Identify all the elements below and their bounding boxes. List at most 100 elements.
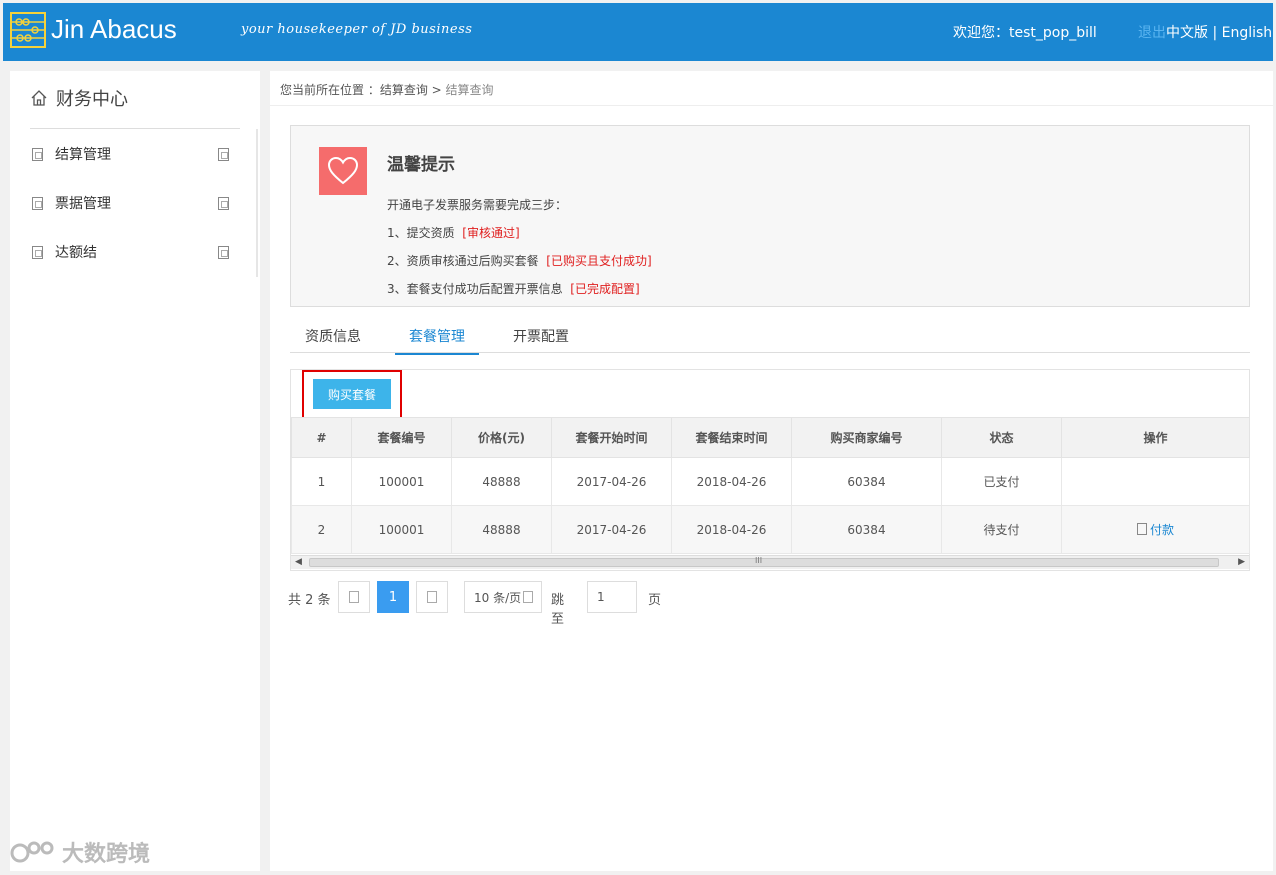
chevron-down-icon: [523, 591, 534, 603]
sidebar-divider: [30, 128, 240, 129]
jump-page-input[interactable]: [587, 581, 637, 613]
tab-bar: 资质信息 套餐管理 开票配置: [290, 318, 1250, 355]
pay-link-label: 付款: [1149, 522, 1174, 537]
menu-icon: [32, 147, 43, 161]
table-row: 2 100001 48888 2017-04-26 2018-04-26 603…: [291, 505, 1250, 554]
tab-qualification[interactable]: 资质信息: [305, 326, 361, 353]
scrollbar-thumb[interactable]: III: [309, 556, 1219, 567]
step-status: [已购买且支付成功]: [546, 254, 652, 268]
breadcrumb-prefix[interactable]: 您当前所在位置 ：结算查询: [280, 83, 428, 97]
sidebar-item-label: 结算管理: [55, 147, 111, 163]
main-content: 您当前所在位置 ：结算查询 > 结算查询 温馨提示 开通电子发票服务需要完成三步…: [270, 71, 1273, 871]
logout-link[interactable]: 退出: [1138, 25, 1166, 41]
abacus-icon: [10, 12, 46, 48]
cell-index: 1: [291, 457, 352, 506]
buy-package-button[interactable]: 购买套餐: [313, 379, 391, 409]
watermark-text: 大数跨境: [62, 842, 151, 867]
page-1-button[interactable]: 1: [377, 581, 409, 613]
cell-start-date: 2017-04-26: [551, 505, 672, 554]
expand-icon: [218, 197, 229, 210]
cell-action: [1061, 457, 1250, 506]
cell-merchant-id: 60384: [791, 505, 942, 554]
next-page-button[interactable]: [416, 581, 448, 613]
sidebar-item-threshold[interactable]: 达额结: [32, 237, 232, 267]
welcome-text: 欢迎您：test_pop_bill: [953, 25, 1097, 41]
notice-title: 温馨提示: [387, 155, 455, 175]
cell-end-date: 2018-04-26: [671, 457, 792, 506]
breadcrumb-current: 结算查询: [445, 83, 494, 97]
header-links: 退出中文版 | English: [1138, 22, 1272, 42]
package-table-panel: 购买套餐 # 套餐编号 价格(元) 套餐开始时间 套餐结束时间 购买商家编号 状…: [290, 369, 1250, 571]
notice-panel: 温馨提示 开通电子发票服务需要完成三步： 1、提交资质 [审核通过] 2、资质审…: [290, 125, 1250, 307]
column-header: 套餐开始时间: [551, 417, 672, 458]
table-header-row: # 套餐编号 价格(元) 套餐开始时间 套餐结束时间 购买商家编号 状态 操作: [291, 417, 1250, 458]
cell-merchant-id: 60384: [791, 457, 942, 506]
cell-package-id: 100001: [351, 457, 452, 506]
cell-package-id: 100001: [351, 505, 452, 554]
expand-icon: [218, 148, 229, 161]
scroll-right-icon[interactable]: ▶: [1238, 557, 1245, 567]
tab-invoice-config[interactable]: 开票配置: [513, 326, 569, 353]
package-table: # 套餐编号 价格(元) 套餐开始时间 套餐结束时间 购买商家编号 状态 操作 …: [291, 417, 1250, 554]
column-header: #: [291, 417, 352, 458]
table-row: 1 100001 48888 2017-04-26 2018-04-26 603…: [291, 457, 1250, 506]
notice-step-2: 2、资质审核通过后购买套餐 [已购买且支付成功]: [387, 252, 652, 269]
prev-page-button[interactable]: [338, 581, 370, 613]
horizontal-scrollbar[interactable]: ◀ III ▶: [291, 555, 1249, 569]
lang-chinese-link[interactable]: 中文版: [1166, 25, 1208, 41]
notice-icon-box: [319, 147, 367, 195]
page-size-select[interactable]: 10 条/页: [464, 581, 542, 613]
cell-price: 48888: [451, 505, 552, 554]
scroll-left-icon[interactable]: ◀: [295, 557, 302, 567]
sidebar-title: 财务中心: [30, 85, 128, 111]
step-status: [审核通过]: [462, 226, 520, 240]
top-header: Jin Abacus your housekeeper of JD busine…: [3, 3, 1273, 61]
pay-link[interactable]: 付款: [1136, 521, 1174, 538]
breadcrumb-separator: >: [431, 83, 442, 97]
cell-status: 已支付: [941, 457, 1062, 506]
step-text: 3、套餐支付成功后配置开票信息: [387, 282, 563, 296]
column-header: 操作: [1061, 417, 1250, 458]
notice-intro: 开通电子发票服务需要完成三步：: [387, 198, 568, 212]
menu-icon: [32, 196, 43, 210]
cell-status: 待支付: [941, 505, 1062, 554]
column-header: 购买商家编号: [791, 417, 942, 458]
jump-label: 跳至: [551, 593, 565, 627]
app-slogan: your housekeeper of JD business: [241, 22, 473, 37]
expand-icon: [218, 246, 229, 259]
breadcrumb: 您当前所在位置 ：结算查询 > 结算查询: [280, 81, 494, 98]
menu-icon: [32, 245, 43, 259]
sidebar-scrollbar[interactable]: [256, 129, 258, 277]
sidebar-item-invoice[interactable]: 票据管理: [32, 188, 232, 218]
column-header: 价格(元): [451, 417, 552, 458]
cell-price: 48888: [451, 457, 552, 506]
brand-logo-icon: [10, 841, 54, 863]
cell-end-date: 2018-04-26: [671, 505, 792, 554]
sidebar-title-label: 财务中心: [56, 89, 128, 110]
prev-icon: [349, 591, 359, 603]
column-header: 套餐结束时间: [671, 417, 792, 458]
sidebar: 财务中心 结算管理 票据管理 达额结: [10, 71, 260, 871]
sidebar-item-label: 达额结: [55, 245, 97, 261]
sidebar-item-settlement[interactable]: 结算管理: [32, 139, 232, 169]
total-count: 共 2 条: [288, 593, 331, 608]
cell-start-date: 2017-04-26: [551, 457, 672, 506]
lang-separator: |: [1212, 25, 1218, 41]
heart-icon: [327, 156, 359, 185]
breadcrumb-divider: [270, 105, 1273, 106]
notice-step-1: 1、提交资质 [审核通过]: [387, 224, 520, 241]
page-suffix: 页: [648, 593, 662, 608]
lang-english-link[interactable]: English: [1222, 25, 1273, 41]
page-size-value: 10 条/页: [474, 590, 522, 605]
pay-icon: [1136, 523, 1147, 536]
notice-step-3: 3、套餐支付成功后配置开票信息 [已完成配置]: [387, 280, 640, 297]
next-icon: [427, 591, 437, 603]
step-text: 1、提交资质: [387, 226, 455, 240]
column-header: 状态: [941, 417, 1062, 458]
app-name[interactable]: Jin Abacus: [51, 14, 177, 45]
step-status: [已完成配置]: [570, 282, 640, 296]
step-text: 2、资质审核通过后购买套餐: [387, 254, 539, 268]
sidebar-item-label: 票据管理: [55, 196, 111, 212]
tab-package-management[interactable]: 套餐管理: [395, 326, 479, 355]
cell-action: 付款: [1061, 505, 1250, 554]
